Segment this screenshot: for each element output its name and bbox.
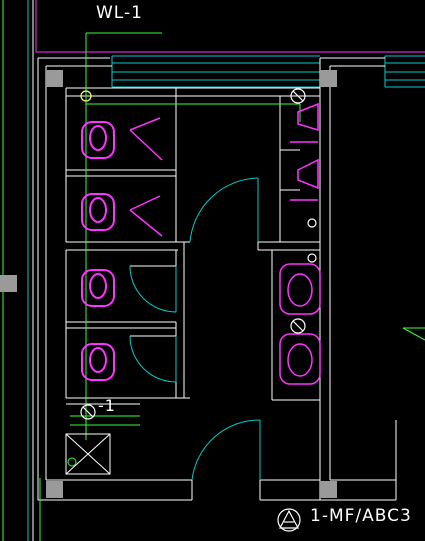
entrance-door-arc [189, 177, 259, 243]
section-triangle-icon [277, 508, 301, 532]
washbasin-icon [279, 333, 321, 385]
squat-toilet-icon [81, 193, 115, 231]
squat-toilet-icon [81, 121, 115, 159]
shower-area [65, 433, 111, 475]
squat-toilet-icon [81, 269, 115, 307]
pipe-label-wl1: WL-1 [96, 3, 143, 23]
stall-door-arc-2 [129, 335, 177, 383]
washbasin-icon [279, 263, 321, 315]
urinal-icon [290, 158, 319, 201]
stall-door-arc-1 [129, 265, 177, 313]
stall-doors-upper [129, 117, 163, 237]
structural-columns [0, 70, 337, 498]
plumbing-lines [39, 32, 301, 541]
main-door-arc [191, 419, 261, 481]
squat-toilet-icon [81, 343, 115, 381]
floor-plan-drawing [0, 0, 425, 541]
urinal-icon [290, 102, 319, 143]
pipe-label-side: -1 [98, 396, 116, 415]
section-marker-label: 1-MF/ABC3 [310, 506, 412, 526]
door-swings [129, 177, 261, 481]
